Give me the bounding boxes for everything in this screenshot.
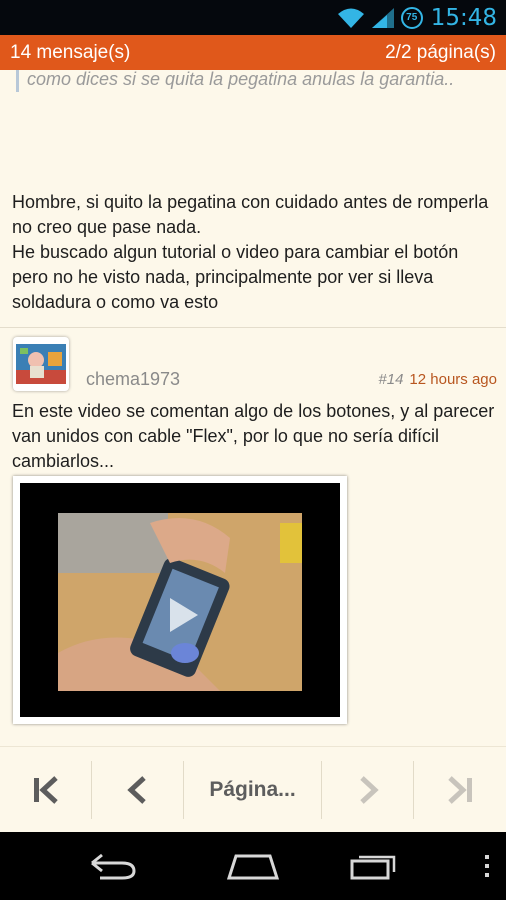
page-navigator: Página... [0, 746, 506, 832]
page-select-label: Página... [209, 777, 296, 801]
page-select-button[interactable]: Página... [184, 760, 321, 820]
back-icon [91, 853, 136, 880]
signal-icon [371, 7, 395, 29]
clock: 15:48 [430, 4, 497, 31]
overflow-menu-button[interactable] [468, 832, 506, 900]
quote-text: como dices si se quita la pegatina anula… [27, 70, 455, 89]
post-time: 12 hours ago [409, 371, 497, 388]
quote-block: como dices si se quita la pegatina anula… [16, 70, 497, 92]
page-indicator[interactable]: 2/2 página(s) [385, 42, 496, 64]
reply-paragraph: Hombre, si quito la pegatina con cuidado… [12, 192, 489, 237]
video-player[interactable] [20, 483, 340, 717]
status-bar: 75 15:48 [0, 0, 506, 35]
last-page-button[interactable] [414, 760, 505, 820]
message-count: 14 mensaje(s) [10, 41, 131, 63]
post-divider [0, 327, 506, 328]
post-number: #14 [378, 371, 404, 388]
video-frame-image [58, 513, 302, 691]
next-page-button[interactable] [322, 760, 413, 820]
home-icon [226, 854, 280, 880]
recent-apps-icon [350, 855, 396, 880]
first-page-icon [33, 775, 58, 804]
last-page-icon [447, 775, 472, 804]
wifi-icon [337, 7, 365, 29]
previous-page-button[interactable] [92, 760, 183, 820]
overflow-menu-icon [485, 855, 489, 877]
previous-page-icon [126, 775, 146, 804]
topic-header: 14 mensaje(s) 2/2 página(s) [0, 35, 506, 70]
first-page-button[interactable] [0, 760, 91, 820]
thread-content[interactable]: como dices si se quita la pegatina anula… [0, 70, 506, 746]
back-button[interactable] [0, 832, 226, 900]
post-text: En este video se comentan algo de los bo… [12, 401, 495, 471]
next-page-icon [359, 775, 379, 804]
post-meta: #14 12 hours ago [378, 371, 497, 388]
post-username[interactable]: chema1973 [86, 369, 180, 390]
avatar-image [16, 344, 66, 384]
avatar[interactable] [13, 337, 69, 391]
video-thumbnail[interactable] [13, 476, 347, 724]
home-button[interactable] [226, 832, 280, 900]
reply-post-body: Hombre, si quito la pegatina con cuidado… [12, 190, 492, 315]
reply-paragraph: He buscado algun tutorial o video para c… [12, 242, 459, 312]
system-nav-bar [0, 832, 506, 900]
battery-icon: 75 [400, 6, 423, 29]
recent-apps-button[interactable] [280, 832, 468, 900]
